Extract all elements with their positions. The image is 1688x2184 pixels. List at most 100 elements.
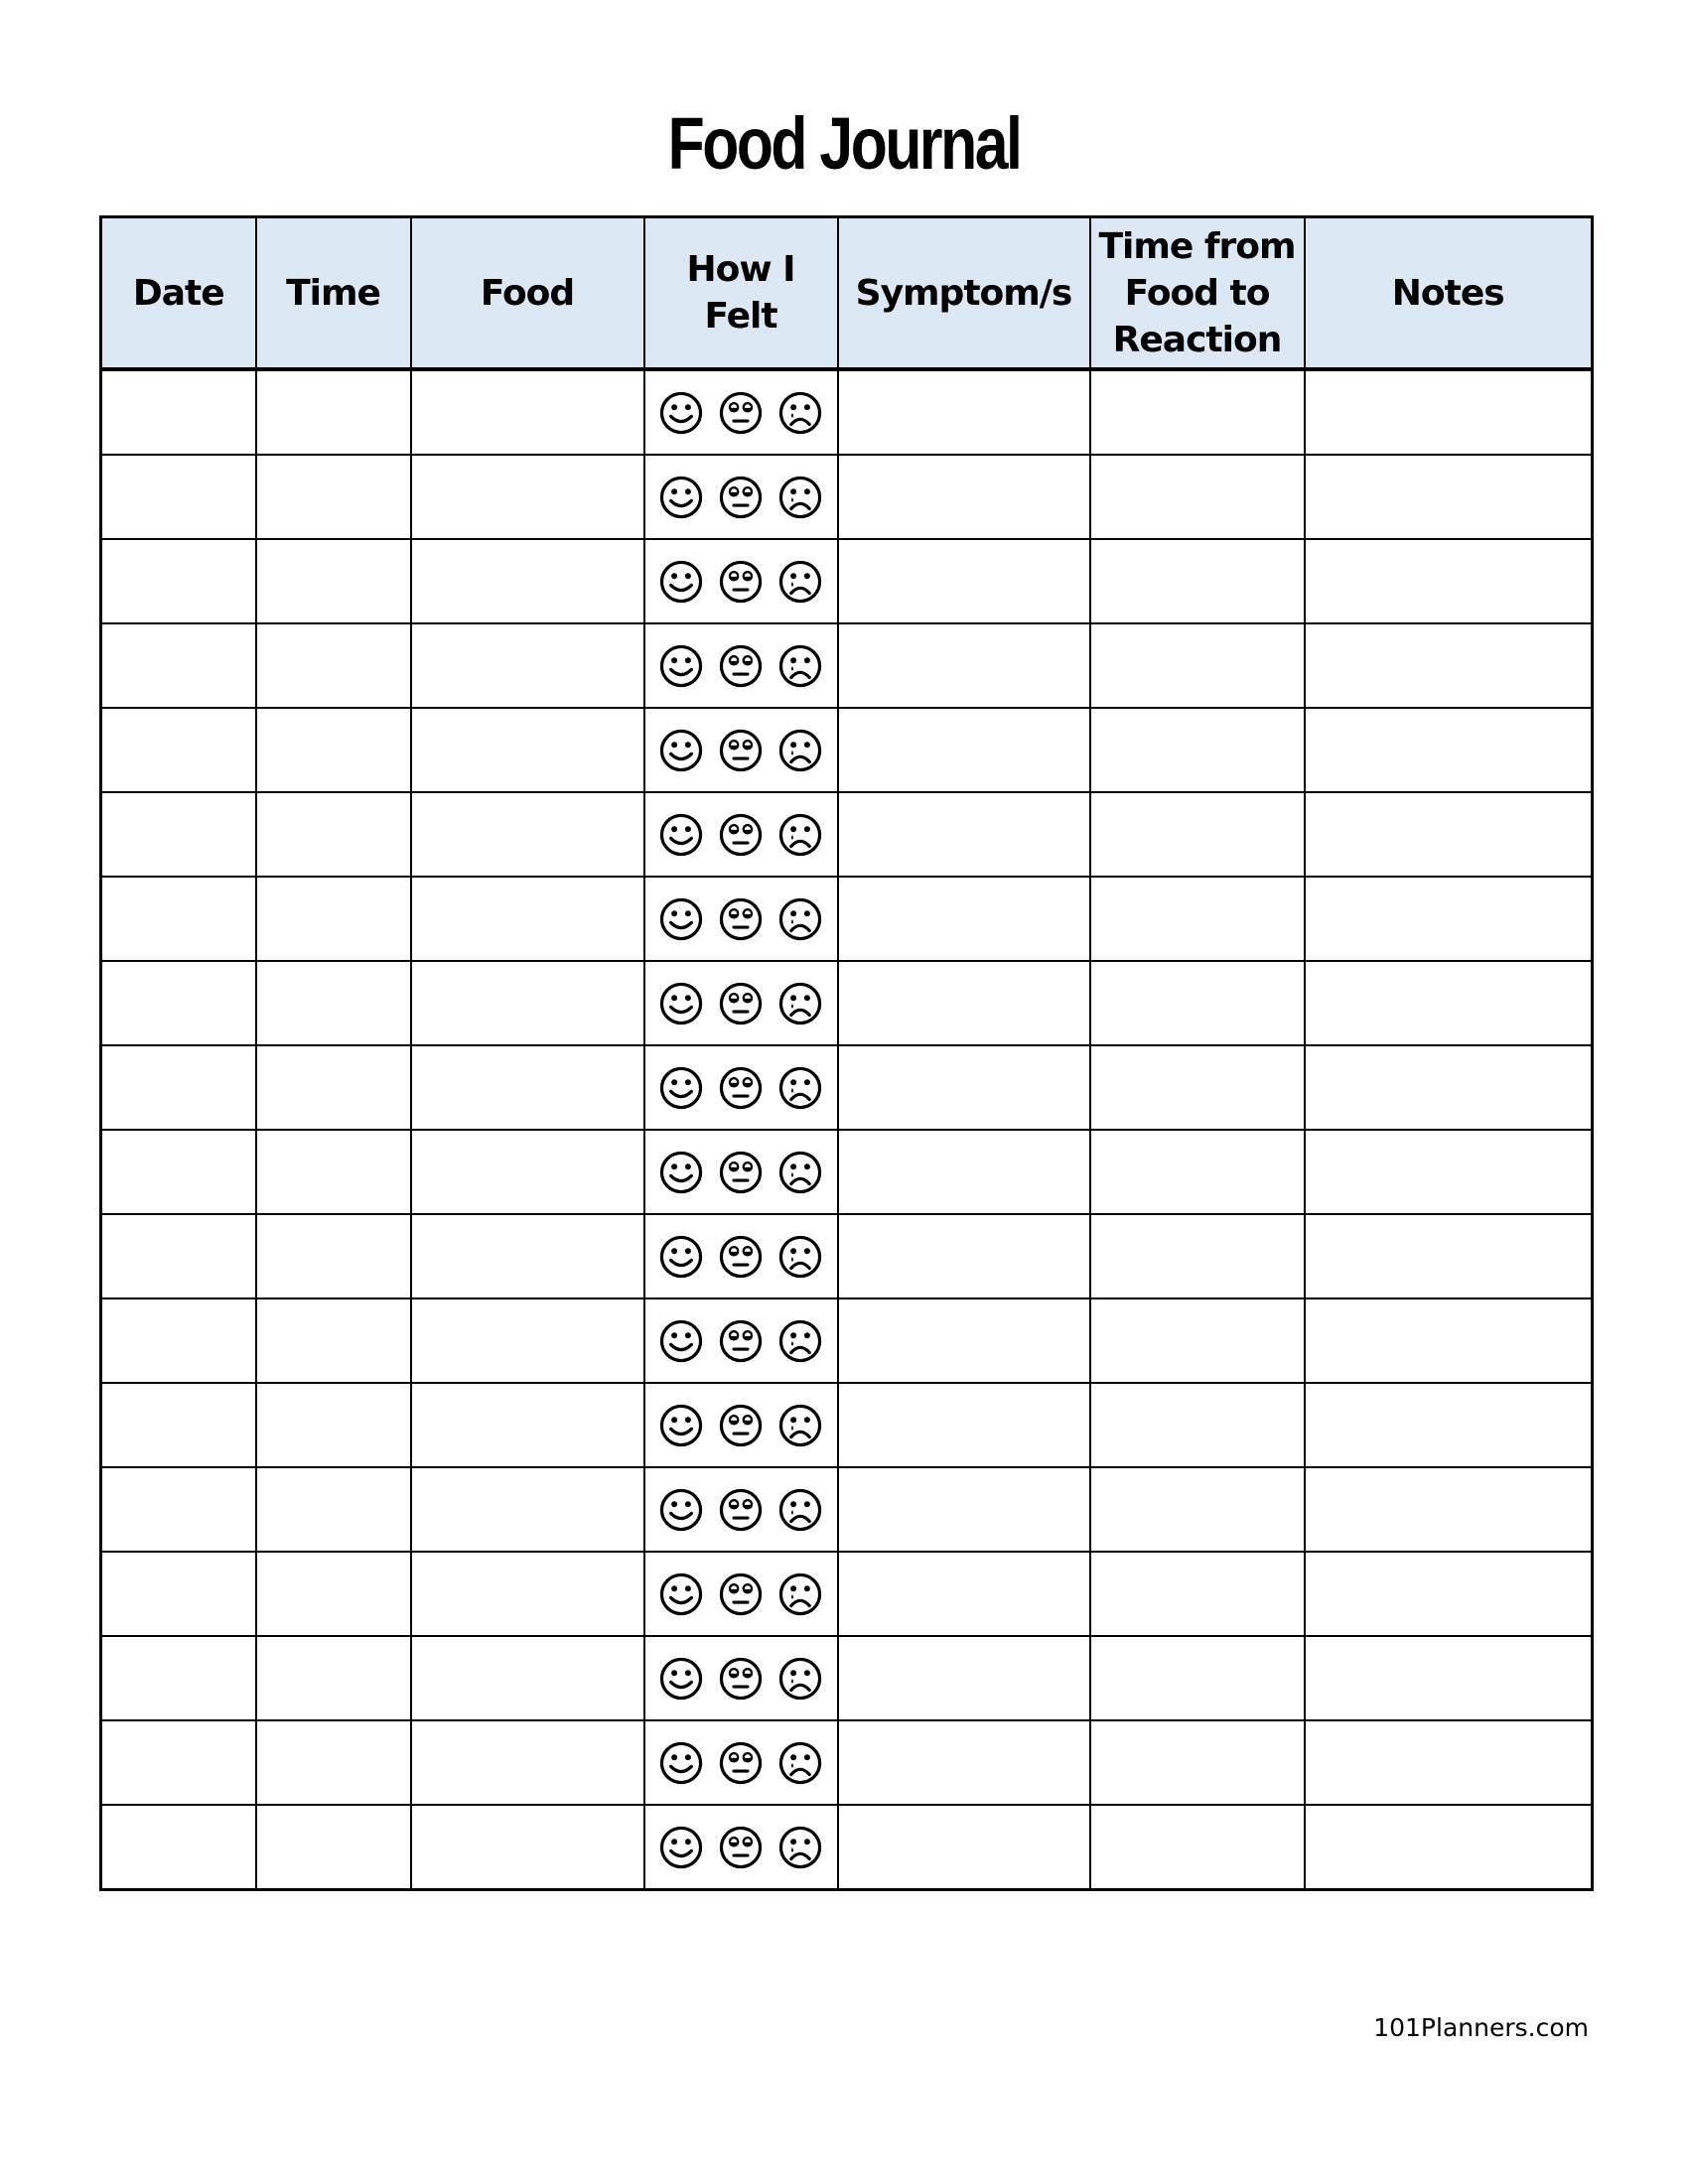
food-cell[interactable]: [409, 1466, 645, 1553]
happy-face-icon[interactable]: [658, 643, 704, 689]
notes-cell[interactable]: [1303, 1804, 1594, 1891]
time-to-reaction-cell[interactable]: [1088, 367, 1306, 456]
sad-face-icon[interactable]: [777, 1825, 823, 1870]
food-cell[interactable]: [409, 538, 645, 624]
notes-cell[interactable]: [1303, 367, 1594, 456]
neutral-face-icon[interactable]: [718, 1571, 764, 1617]
food-cell[interactable]: [409, 791, 645, 878]
food-cell[interactable]: [409, 367, 645, 456]
happy-face-icon[interactable]: [658, 1065, 704, 1111]
neutral-face-icon[interactable]: [718, 559, 764, 605]
time-to-reaction-cell[interactable]: [1088, 1719, 1306, 1806]
sad-face-icon[interactable]: [777, 981, 823, 1026]
neutral-face-icon[interactable]: [718, 475, 764, 520]
food-cell[interactable]: [409, 1382, 645, 1468]
time-to-reaction-cell[interactable]: [1088, 1804, 1306, 1891]
food-cell[interactable]: [409, 1213, 645, 1299]
neutral-face-icon[interactable]: [718, 1065, 764, 1111]
time-cell[interactable]: [254, 1719, 412, 1806]
symptoms-cell[interactable]: [836, 1635, 1091, 1721]
time-cell[interactable]: [254, 1297, 412, 1384]
symptoms-cell[interactable]: [836, 1382, 1091, 1468]
notes-cell[interactable]: [1303, 622, 1594, 709]
neutral-face-icon[interactable]: [718, 1656, 764, 1702]
notes-cell[interactable]: [1303, 1551, 1594, 1637]
symptoms-cell[interactable]: [836, 367, 1091, 456]
date-cell[interactable]: [99, 1635, 257, 1721]
time-to-reaction-cell[interactable]: [1088, 1551, 1306, 1637]
time-cell[interactable]: [254, 1129, 412, 1215]
time-cell[interactable]: [254, 1635, 412, 1721]
time-to-reaction-cell[interactable]: [1088, 622, 1306, 709]
neutral-face-icon[interactable]: [718, 1234, 764, 1280]
neutral-face-icon[interactable]: [718, 896, 764, 942]
time-cell[interactable]: [254, 1213, 412, 1299]
date-cell[interactable]: [99, 1213, 257, 1299]
happy-face-icon[interactable]: [658, 559, 704, 605]
sad-face-icon[interactable]: [777, 1740, 823, 1786]
happy-face-icon[interactable]: [658, 981, 704, 1026]
notes-cell[interactable]: [1303, 960, 1594, 1046]
date-cell[interactable]: [99, 876, 257, 962]
sad-face-icon[interactable]: [777, 896, 823, 942]
notes-cell[interactable]: [1303, 1297, 1594, 1384]
notes-cell[interactable]: [1303, 454, 1594, 540]
time-cell[interactable]: [254, 622, 412, 709]
notes-cell[interactable]: [1303, 1044, 1594, 1131]
time-cell[interactable]: [254, 538, 412, 624]
sad-face-icon[interactable]: [777, 728, 823, 773]
symptoms-cell[interactable]: [836, 538, 1091, 624]
symptoms-cell[interactable]: [836, 791, 1091, 878]
neutral-face-icon[interactable]: [718, 1318, 764, 1364]
symptoms-cell[interactable]: [836, 622, 1091, 709]
neutral-face-icon[interactable]: [718, 981, 764, 1026]
time-cell[interactable]: [254, 1044, 412, 1131]
symptoms-cell[interactable]: [836, 876, 1091, 962]
time-cell[interactable]: [254, 1466, 412, 1553]
notes-cell[interactable]: [1303, 1129, 1594, 1215]
neutral-face-icon[interactable]: [718, 390, 764, 436]
time-cell[interactable]: [254, 791, 412, 878]
date-cell[interactable]: [99, 1297, 257, 1384]
notes-cell[interactable]: [1303, 707, 1594, 793]
food-cell[interactable]: [409, 876, 645, 962]
food-cell[interactable]: [409, 1804, 645, 1891]
date-cell[interactable]: [99, 707, 257, 793]
symptoms-cell[interactable]: [836, 1804, 1091, 1891]
happy-face-icon[interactable]: [658, 1403, 704, 1448]
time-to-reaction-cell[interactable]: [1088, 538, 1306, 624]
date-cell[interactable]: [99, 622, 257, 709]
happy-face-icon[interactable]: [658, 812, 704, 858]
notes-cell[interactable]: [1303, 791, 1594, 878]
date-cell[interactable]: [99, 1382, 257, 1468]
happy-face-icon[interactable]: [658, 1318, 704, 1364]
sad-face-icon[interactable]: [777, 812, 823, 858]
sad-face-icon[interactable]: [777, 1150, 823, 1195]
notes-cell[interactable]: [1303, 1466, 1594, 1553]
sad-face-icon[interactable]: [777, 1571, 823, 1617]
date-cell[interactable]: [99, 1804, 257, 1891]
food-cell[interactable]: [409, 1635, 645, 1721]
sad-face-icon[interactable]: [777, 643, 823, 689]
sad-face-icon[interactable]: [777, 1487, 823, 1533]
symptoms-cell[interactable]: [836, 1213, 1091, 1299]
date-cell[interactable]: [99, 1466, 257, 1553]
happy-face-icon[interactable]: [658, 1571, 704, 1617]
symptoms-cell[interactable]: [836, 960, 1091, 1046]
neutral-face-icon[interactable]: [718, 728, 764, 773]
sad-face-icon[interactable]: [777, 1234, 823, 1280]
date-cell[interactable]: [99, 960, 257, 1046]
time-cell[interactable]: [254, 960, 412, 1046]
happy-face-icon[interactable]: [658, 1740, 704, 1786]
time-cell[interactable]: [254, 876, 412, 962]
notes-cell[interactable]: [1303, 538, 1594, 624]
notes-cell[interactable]: [1303, 1635, 1594, 1721]
symptoms-cell[interactable]: [836, 1551, 1091, 1637]
neutral-face-icon[interactable]: [718, 643, 764, 689]
time-cell[interactable]: [254, 1382, 412, 1468]
date-cell[interactable]: [99, 1719, 257, 1806]
date-cell[interactable]: [99, 454, 257, 540]
neutral-face-icon[interactable]: [718, 1825, 764, 1870]
happy-face-icon[interactable]: [658, 390, 704, 436]
sad-face-icon[interactable]: [777, 390, 823, 436]
